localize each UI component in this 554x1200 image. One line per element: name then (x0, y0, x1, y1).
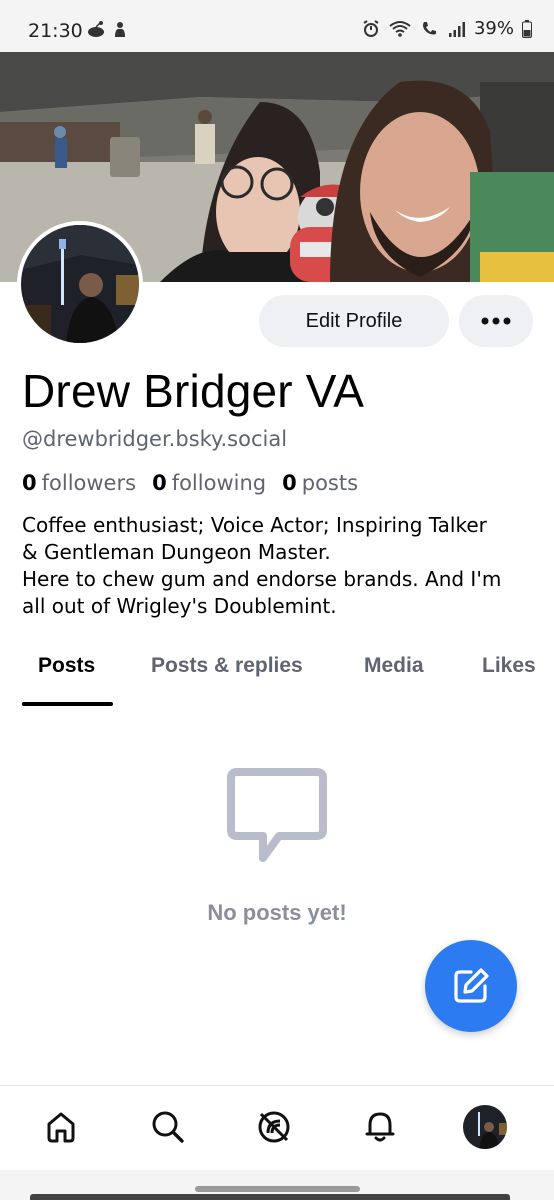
bio-line: all out of Wrigley's Doublemint. (22, 594, 337, 618)
volte-call-icon (422, 21, 436, 34)
notification-icon (115, 22, 125, 37)
profile-avatar[interactable] (17, 221, 143, 347)
status-bar: 21:30 39% (0, 0, 554, 52)
posts-label: posts (301, 471, 359, 495)
feeds-icon (258, 1111, 290, 1143)
search-icon (152, 1111, 184, 1143)
more-dots-icon (481, 317, 511, 325)
tab-posts[interactable]: Posts (38, 654, 95, 678)
profile-bio: Coffee enthusiast; Voice Actor; Inspirin… (22, 512, 542, 620)
posts-stat: 0 posts (282, 471, 358, 495)
edit-profile-button[interactable]: Edit Profile (259, 295, 449, 347)
compose-post-button[interactable] (425, 940, 517, 1032)
avatar-photo (21, 225, 139, 343)
tab-likes[interactable]: Likes (482, 654, 536, 678)
speech-bubble-icon (227, 768, 327, 862)
followers-label: followers (41, 471, 137, 495)
empty-state-text: No posts yet! (207, 900, 347, 925)
bio-line: & Gentleman Dungeon Master. (22, 540, 331, 564)
bell-icon (365, 1112, 395, 1142)
bottom-nav (0, 1085, 554, 1169)
ghost-content (30, 1194, 510, 1200)
following-count: 0 (152, 471, 167, 495)
more-options-button[interactable] (459, 295, 533, 347)
compose-icon (454, 968, 489, 1003)
home-icon (47, 1112, 75, 1143)
followers-count: 0 (22, 471, 37, 495)
active-tab-indicator (22, 702, 113, 706)
following-label: following (171, 471, 267, 495)
battery-icon (522, 19, 532, 38)
avatar (463, 1105, 507, 1149)
profile-stats: 0 followers 0 following 0 posts (22, 471, 358, 495)
home-indicator[interactable] (195, 1186, 360, 1192)
followers-stat[interactable]: 0 followers (22, 471, 136, 495)
nav-profile[interactable] (462, 1104, 508, 1150)
system-nav-bar (0, 1170, 554, 1200)
reddit-icon (88, 21, 104, 37)
profile-tabs: Posts Posts & replies Media Likes (0, 640, 554, 706)
tab-posts-replies[interactable]: Posts & replies (151, 654, 303, 678)
display-name: Drew Bridger VA (22, 365, 365, 417)
tab-media[interactable]: Media (364, 654, 424, 678)
signal-icon (448, 21, 465, 37)
posts-count: 0 (282, 471, 297, 495)
bio-line: Here to chew gum and endorse brands. And… (22, 567, 502, 591)
bio-line: Coffee enthusiast; Voice Actor; Inspirin… (22, 513, 487, 537)
nav-home[interactable] (38, 1104, 84, 1150)
nav-search[interactable] (145, 1104, 191, 1150)
status-time: 21:30 (28, 20, 83, 42)
alarm-icon (363, 19, 379, 37)
nav-notifications[interactable] (357, 1104, 403, 1150)
handle: @drewbridger.bsky.social (22, 427, 288, 451)
following-stat[interactable]: 0 following (152, 471, 266, 495)
nav-feeds[interactable] (251, 1104, 297, 1150)
battery-percent: 39% (473, 18, 514, 39)
wifi-calling-icon (389, 20, 411, 37)
